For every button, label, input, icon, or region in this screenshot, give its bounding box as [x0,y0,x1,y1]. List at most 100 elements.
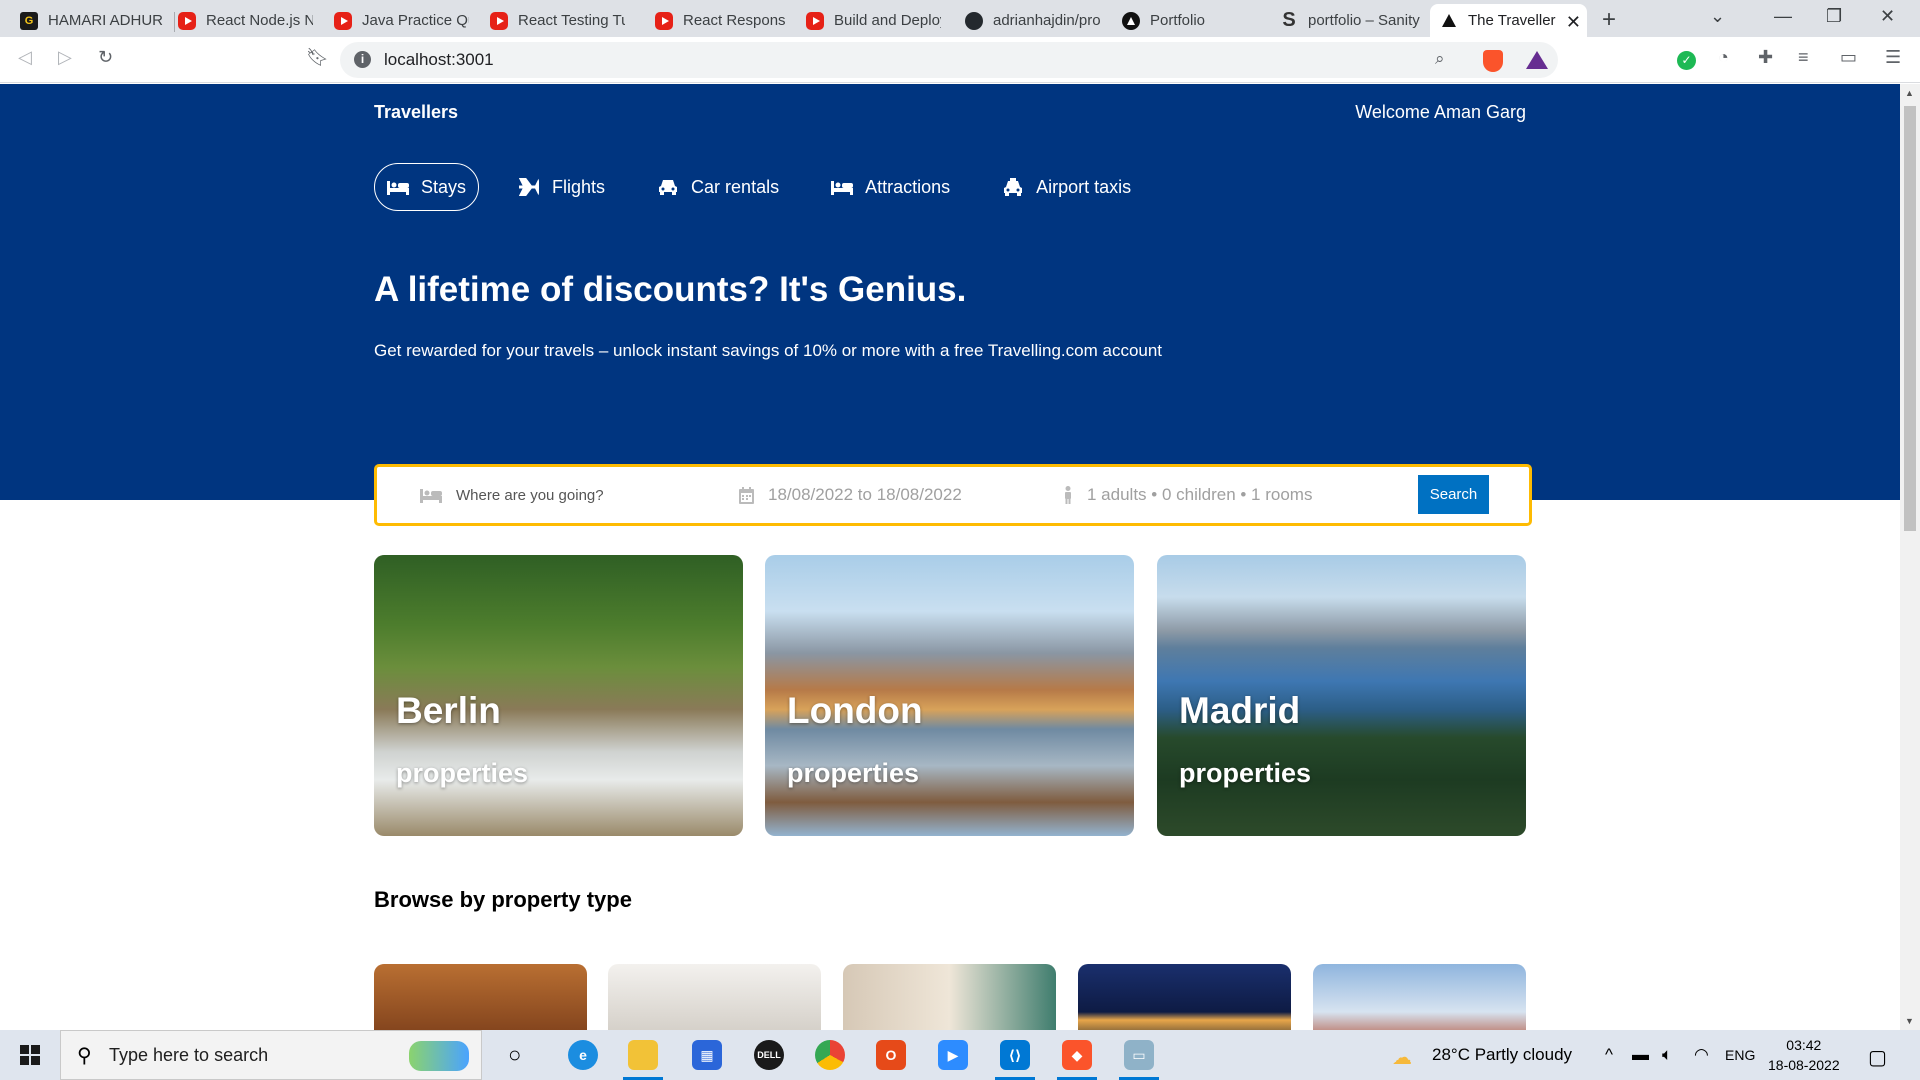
cortana-icon[interactable]: ○ [508,1042,521,1068]
close-window-icon[interactable]: ✕ [1880,6,1895,27]
extensions-puzzle-icon[interactable]: ✚ [1758,47,1773,68]
browser-tab[interactable]: G HAMARI ADHURI [10,4,174,37]
brave-icon[interactable]: ◆ [1057,1040,1097,1080]
featured-city: Berlin [396,690,501,731]
guests-field[interactable]: 1 adults • 0 children • 1 rooms [1063,467,1312,523]
media-queue-icon[interactable]: ≡ [1798,47,1809,68]
site-logo[interactable]: Travellers [374,102,458,123]
wallet-icon[interactable]: ▭ [1840,47,1857,68]
property-type-card[interactable] [374,964,587,1030]
tab-title: Build and Deploy [834,12,941,29]
wifi-icon[interactable]: ◠ [1694,1045,1709,1065]
hero-title: A lifetime of discounts? It's Genius. [374,270,967,309]
back-icon[interactable]: ◁ [18,47,32,68]
browser-tab[interactable]: S portfolio – Sanity [1270,4,1430,37]
browser-tab[interactable]: React Node.js Ne [168,4,323,37]
forward-icon[interactable]: ▷ [58,47,72,68]
destination-field[interactable]: Where are you going? [420,467,604,523]
browser-toolbar: ◁ ▷ ↻ 🔖︎ i localhost:3001 ⌕ ✓ ◔ ✚ ≡ ▭ ☰ [0,37,1920,83]
notification-icon[interactable]: ▢ [1868,1045,1887,1070]
property-type-card[interactable] [843,964,1056,1030]
youtube-icon [806,11,824,30]
weather-icon[interactable]: ☁ [1392,1045,1412,1070]
page-scrollbar[interactable]: ▲ ▼ [1900,84,1920,1030]
zoom-icon[interactable]: ⌕ [1435,49,1445,69]
clock[interactable]: 03:42 18-08-2022 [1768,1035,1840,1075]
browser-tab-active[interactable]: The Traveller ✕ [1430,4,1587,37]
nav-label: Flights [552,176,606,197]
search-button[interactable]: Search [1418,475,1489,514]
extension-icon[interactable]: ◔ [1718,47,1729,68]
office-icon[interactable]: O [876,1040,906,1070]
brave-shields-icon[interactable] [1483,50,1503,72]
menu-icon[interactable]: ☰ [1885,47,1901,68]
battery-icon[interactable]: ▬ [1632,1045,1649,1065]
nav-item-airport-taxis[interactable]: Airport taxis [989,163,1144,211]
nav-item-stays[interactable]: Stays [374,163,480,211]
scroll-up-icon[interactable]: ▲ [1905,88,1914,98]
address-bar[interactable]: i localhost:3001 ⌕ [340,42,1558,78]
browser-tab[interactable]: Build and Deploy [796,4,951,37]
plane-icon [518,178,540,196]
property-type-card[interactable] [1313,964,1526,1030]
tab-title: The Traveller [1468,12,1556,29]
browser-tab[interactable]: Portfolio [1112,4,1267,37]
date-range-field[interactable]: 18/08/2022 to 18/08/2022 [739,467,962,523]
browser-tab[interactable]: adrianhajdin/pro [955,4,1110,37]
tray-chevron-icon[interactable]: ^ [1605,1045,1613,1065]
taskbar-search-placeholder: Type here to search [109,1045,269,1065]
portfolio-icon [1122,11,1140,30]
destination-placeholder: Where are you going? [456,486,604,504]
featured-city: London [787,690,923,731]
category-nav: Stays Flights Car rentals Attractions Ai… [374,163,1170,211]
scroll-down-icon[interactable]: ▼ [1905,1016,1914,1026]
nav-item-attractions[interactable]: Attractions [818,163,963,211]
close-tab-icon[interactable]: ✕ [1566,12,1581,33]
nav-item-flights[interactable]: Flights [505,163,618,211]
site-info-icon[interactable]: i [354,51,371,68]
featured-card-madrid[interactable]: Madrid properties [1157,555,1526,836]
zoom-app-icon[interactable]: ▶ [938,1040,968,1070]
taxi-icon [1002,178,1024,196]
tab-title: React Node.js Ne [206,12,313,29]
featured-card-london[interactable]: London properties [765,555,1134,836]
restore-icon[interactable]: ❐ [1826,6,1842,27]
brave-rewards-icon[interactable] [1526,51,1548,69]
hero-header: Travellers Welcome Aman Garg Stays Fligh… [0,84,1900,500]
minimize-icon[interactable]: — [1774,6,1792,27]
chrome-icon[interactable] [815,1040,845,1070]
clock-time: 03:42 [1786,1037,1822,1053]
store-icon[interactable]: ▦ [692,1040,722,1070]
tab-title: HAMARI ADHURI [48,12,164,29]
file-explorer-icon[interactable] [623,1040,663,1080]
reload-icon[interactable]: ↻ [98,47,113,68]
property-type-card[interactable] [1078,964,1291,1030]
browser-tab[interactable]: React Testing Tut [480,4,635,37]
taskbar-search-box[interactable]: ⚲ Type here to search [60,1030,482,1080]
property-type-card[interactable] [608,964,821,1030]
bookmark-icon[interactable]: 🔖︎ [306,47,329,68]
nav-label: Stays [421,176,467,197]
sanity-icon: S [1282,9,1296,31]
news-widget-icon[interactable] [409,1041,469,1071]
person-icon [1063,486,1073,504]
language-indicator[interactable]: ENG [1725,1047,1755,1063]
scrollbar-thumb[interactable] [1904,106,1916,531]
dell-icon[interactable]: DELL [754,1040,784,1070]
search-bar: Where are you going? 18/08/2022 to 18/08… [374,464,1532,526]
edge-icon[interactable]: e [568,1040,598,1070]
browser-tab[interactable]: Java Practice Que [324,4,479,37]
browser-tab[interactable]: React Responsive [645,4,795,37]
volume-icon[interactable]: 🔈︎ [1662,1045,1672,1065]
guests-text: 1 adults • 0 children • 1 rooms [1087,485,1313,504]
nav-item-car-rentals[interactable]: Car rentals [644,163,792,211]
vscode-icon[interactable]: ⟨⟩ [995,1040,1035,1080]
tab-search-icon[interactable]: ⌄ [1710,6,1725,27]
new-tab-button[interactable]: + [1602,6,1616,34]
extension-check-icon[interactable]: ✓ [1677,51,1696,70]
weather-text[interactable]: 28°C Partly cloudy [1432,1045,1572,1065]
app-icon[interactable]: ▭ [1119,1040,1159,1080]
nav-label: Airport taxis [1036,176,1132,197]
featured-card-berlin[interactable]: Berlin properties [374,555,743,836]
windows-start-icon[interactable] [20,1045,40,1065]
